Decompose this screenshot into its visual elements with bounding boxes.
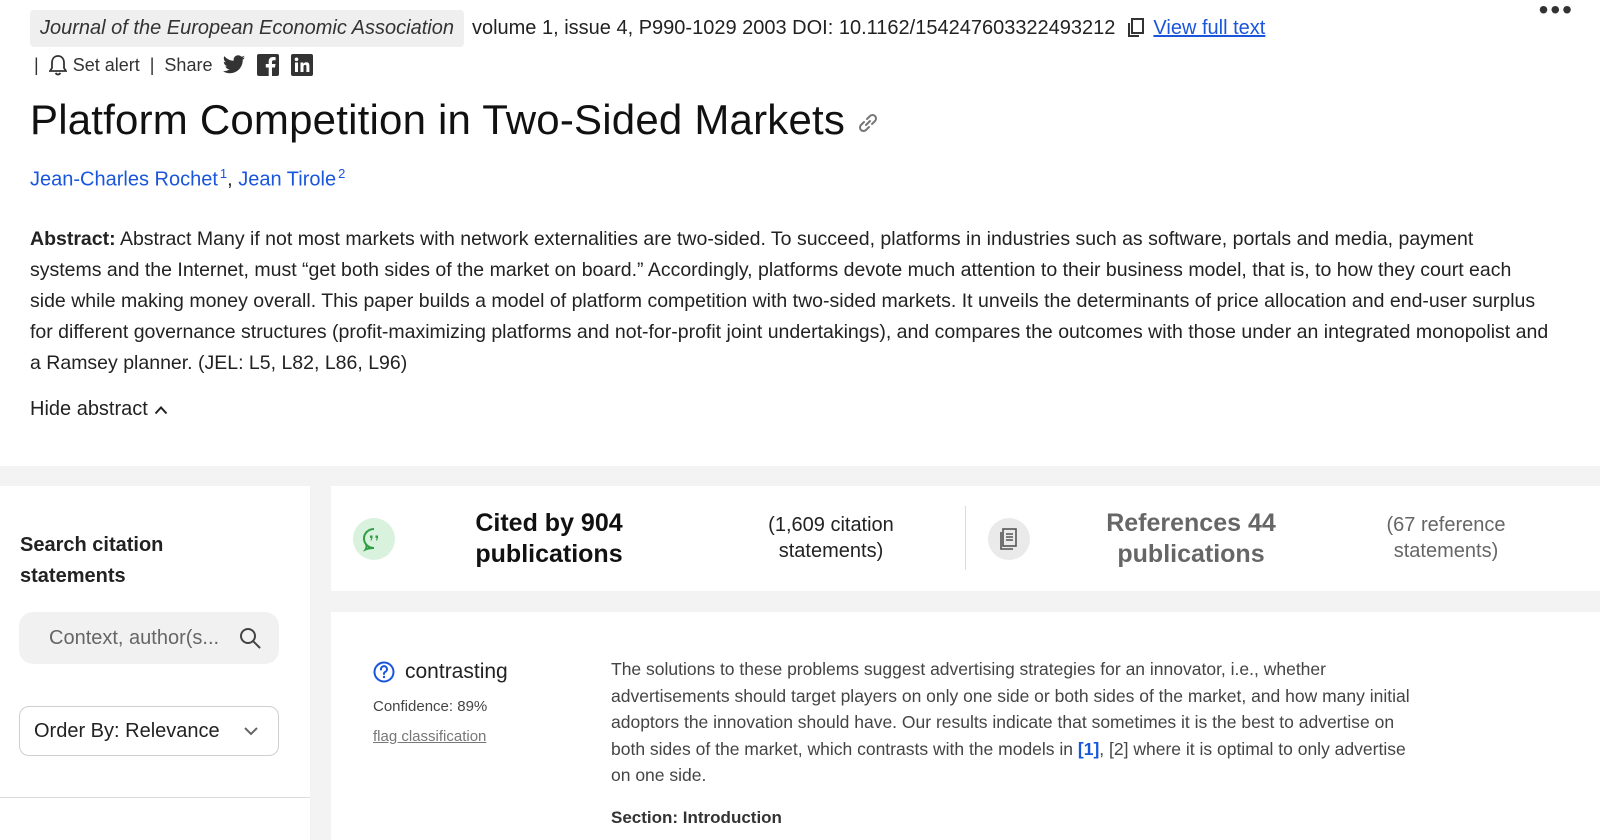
confidence-score: Confidence: 89% [373, 698, 488, 715]
divider [0, 797, 310, 798]
chevron-up-icon [154, 405, 168, 414]
citation-snippet: The solutions to these problems suggest … [611, 656, 1421, 789]
order-by-dropdown[interactable]: Order By: Relevance [19, 706, 279, 756]
citation-statement-card: contrasting Confidence: 89% flag classif… [331, 612, 1600, 840]
author-link[interactable]: Jean Tirole [238, 169, 336, 191]
set-alert-label: Set alert [72, 54, 140, 75]
reference-marker[interactable]: [2] [1109, 739, 1128, 759]
journal-name[interactable]: Journal of the European Economic Associa… [30, 9, 464, 47]
section-label: Section: Introduction [611, 808, 782, 827]
classification-label: contrasting [405, 660, 508, 683]
volume-doi-text: volume 1, issue 4, P990-1029 2003 DOI: 1… [471, 16, 1116, 39]
author-affiliation-number: 2 [338, 166, 346, 181]
set-alert-button[interactable]: Set alert [48, 54, 140, 76]
copy-icon[interactable] [1125, 17, 1147, 39]
publication-meta: Journal of the European Economic Associa… [30, 8, 1265, 48]
citation-search-box[interactable] [19, 612, 279, 664]
author-link[interactable]: Jean-Charles Rochet [30, 169, 218, 191]
document-icon [988, 518, 1030, 560]
order-by-value: Order By: Relevance [34, 719, 220, 742]
abstract: Abstract: Abstract Many if not most mark… [30, 224, 1550, 379]
action-row: | Set alert | Share [34, 50, 314, 80]
snippet-text: , [1099, 738, 1110, 759]
divider: | [149, 54, 155, 75]
more-options-icon[interactable]: ••• [1539, 0, 1574, 24]
citation-filter-panel: Search citation statements Order By: Rel… [0, 486, 310, 840]
reference-statements-count: (67 reference statements) [1386, 514, 1506, 562]
facebook-icon[interactable] [256, 53, 280, 77]
abstract-label: Abstract: [30, 228, 116, 250]
permalink-icon[interactable] [855, 110, 881, 136]
flag-classification-link[interactable]: flag classification [373, 728, 486, 745]
share-label: Share [164, 54, 213, 75]
title-row: Platform Competition in Two-Sided Market… [30, 96, 881, 144]
author-separator: , [227, 168, 233, 191]
search-citations-heading: Search citation statements [20, 534, 164, 587]
references-tab[interactable]: References 44 publications [1086, 508, 1296, 570]
linkedin-icon[interactable] [290, 53, 314, 77]
twitter-icon[interactable] [222, 53, 246, 77]
citation-search-input[interactable] [49, 626, 229, 650]
help-circle-icon[interactable] [373, 661, 395, 683]
divider [965, 506, 966, 570]
bell-icon [48, 55, 67, 76]
search-icon[interactable] [239, 627, 261, 649]
abstract-text: Abstract Many if not most markets with n… [30, 228, 1549, 374]
hide-abstract-label: Hide abstract [30, 398, 148, 420]
view-full-text-link[interactable]: View full text [1153, 17, 1265, 40]
divider: | [34, 54, 39, 75]
classification-row: contrasting [373, 660, 508, 684]
reference-marker-highlighted[interactable]: [1] [1078, 739, 1099, 759]
author-list: Jean-Charles Rochet 1, Jean Tirole 2 [30, 166, 345, 192]
paper-title: Platform Competition in Two-Sided Market… [30, 96, 846, 143]
citation-stats-card: Cited by 904 publications (1,609 citatio… [331, 486, 1600, 591]
cited-by-tab[interactable]: Cited by 904 publications [444, 508, 654, 570]
citation-statements-count: (1,609 citation statements) [768, 514, 894, 562]
hide-abstract-button[interactable]: Hide abstract [30, 398, 168, 421]
chevron-down-icon [244, 727, 258, 736]
quote-bubble-icon [353, 518, 395, 560]
